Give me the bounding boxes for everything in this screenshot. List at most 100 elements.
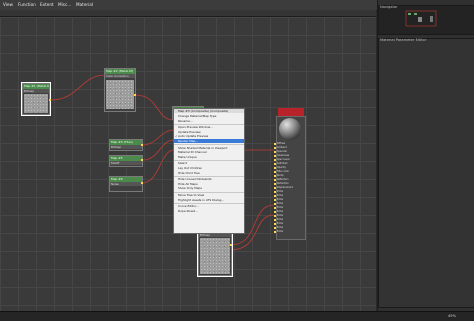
map-node-small-1[interactable]: Map #4 (Tiles) Bitmap <box>109 139 143 151</box>
context-menu-item[interactable]: Open Preview Window... <box>174 125 244 129</box>
material-slot[interactable]: Reflection <box>276 178 304 181</box>
context-menu-item[interactable]: Select <box>174 161 244 165</box>
map-node-small-3[interactable]: Map #6 Noise <box>109 176 143 192</box>
material-slot[interactable]: Extra <box>276 194 304 197</box>
input-socket[interactable] <box>274 162 276 165</box>
material-slot[interactable]: Glossiness <box>276 154 304 157</box>
context-menu-item[interactable]: Curve Editor... <box>174 204 244 208</box>
material-slot[interactable]: Displacement <box>276 186 304 189</box>
material-slot[interactable]: Opacity <box>276 166 304 169</box>
material-slot[interactable]: Extra <box>276 198 304 201</box>
bitmap-node-top[interactable]: Map #2 (Metal.tif) Color Correction <box>104 68 136 112</box>
material-slot[interactable]: Refraction <box>276 182 304 185</box>
texture-preview <box>106 80 134 109</box>
material-banner <box>278 108 304 116</box>
material-slot[interactable]: Ambient <box>276 146 304 149</box>
context-menu-item[interactable]: Lay Out Children <box>174 166 244 170</box>
wire <box>49 74 107 101</box>
material-slot[interactable]: Extra <box>276 214 304 217</box>
material-slot[interactable]: Extra <box>276 190 304 193</box>
wire <box>134 94 175 121</box>
material-slot[interactable]: Bump <box>276 174 304 177</box>
parameter-editor-title: Material Parameter Editor <box>380 38 427 42</box>
input-socket[interactable] <box>274 142 276 145</box>
node-subtitle: Color Correction <box>105 74 135 78</box>
node-subtitle: Bitmap <box>23 89 49 93</box>
input-socket[interactable] <box>274 182 276 185</box>
context-menu-item[interactable]: Show Shaded Material in Viewport <box>174 146 244 150</box>
input-socket[interactable] <box>274 198 276 201</box>
input-socket[interactable] <box>274 178 276 181</box>
output-socket[interactable] <box>230 244 232 246</box>
context-menu-item[interactable]: Make Unique <box>174 155 244 159</box>
map-node-small-2[interactable]: Map #5 Falloff <box>109 155 143 167</box>
node-subtitle: Falloff <box>110 161 142 165</box>
wire <box>141 149 175 184</box>
context-menu-item-label: Auto Update Preview <box>178 134 209 139</box>
input-socket[interactable] <box>274 186 276 189</box>
input-socket[interactable] <box>274 210 276 213</box>
context-menu-title: Map #3 (Composite) (Composite) <box>174 109 244 113</box>
input-socket[interactable] <box>274 226 276 229</box>
zoom-readout: 49% <box>448 314 456 318</box>
context-menu-item[interactable]: Update Preview <box>174 130 244 134</box>
node-context-menu: Map #3 (Composite) (Composite) Change Ma… <box>173 108 245 234</box>
material-slot[interactable]: Extra <box>276 226 304 229</box>
input-socket[interactable] <box>274 206 276 209</box>
wire <box>141 139 175 161</box>
context-menu-item[interactable]: Move Tree to View <box>174 193 244 197</box>
input-socket[interactable] <box>274 158 276 161</box>
bitmap-node-bottom[interactable]: Map #7 (Metal.tif) Bitmap <box>197 226 233 277</box>
context-menu-item[interactable]: Rename... <box>174 119 244 123</box>
material-slot[interactable]: Extra <box>276 210 304 213</box>
navigator-minimap <box>405 10 437 27</box>
material-slot[interactable]: Diffuse <box>276 142 304 145</box>
parameter-editor[interactable] <box>378 38 474 308</box>
wire <box>141 129 175 146</box>
material-slot[interactable]: Extra <box>276 230 304 233</box>
context-menu-item[interactable]: Material ID Channel <box>174 150 244 154</box>
output-socket[interactable] <box>49 99 51 101</box>
context-menu-item[interactable]: Hide Child Tree <box>174 171 244 175</box>
input-socket[interactable] <box>274 218 276 221</box>
texture-preview <box>24 94 48 113</box>
material-slot[interactable]: Specular <box>276 150 304 153</box>
input-socket[interactable] <box>274 190 276 193</box>
material-slot[interactable]: Filter color <box>276 170 304 173</box>
context-menu-item[interactable]: Show Only Maps <box>174 186 244 190</box>
bitmap-node-left[interactable]: Map #1 (Metal.tif) Bitmap <box>21 82 51 116</box>
output-socket[interactable] <box>134 94 136 96</box>
context-menu-item[interactable]: Change Material/Map Type <box>174 114 244 118</box>
context-menu-item[interactable]: Hide All Maps <box>174 182 244 186</box>
material-slot[interactable]: Self-Illum <box>276 162 304 165</box>
input-socket[interactable] <box>274 202 276 205</box>
material-slot[interactable]: Extra <box>276 218 304 221</box>
input-socket[interactable] <box>274 194 276 197</box>
check-icon: ✓ <box>175 134 178 139</box>
input-socket[interactable] <box>274 166 276 169</box>
input-socket[interactable] <box>274 154 276 157</box>
context-menu-item[interactable]: Render Map... <box>174 139 244 143</box>
output-socket[interactable] <box>141 144 143 146</box>
material-slot[interactable]: Extra <box>276 222 304 225</box>
input-socket[interactable] <box>274 222 276 225</box>
node-subtitle: Noise <box>110 182 142 186</box>
input-socket[interactable] <box>274 214 276 217</box>
context-menu-item[interactable]: Dope Sheet... <box>174 209 244 213</box>
material-sphere-icon <box>279 118 301 140</box>
input-socket[interactable] <box>274 170 276 173</box>
context-menu-item[interactable]: Hide Unused Nodeslots <box>174 177 244 181</box>
texture-preview <box>200 238 230 274</box>
context-menu-item[interactable]: Highlight Assets in ATS Dialog... <box>174 198 244 202</box>
context-menu-item[interactable]: ✓ Auto Update Preview <box>174 134 244 138</box>
input-socket[interactable] <box>274 146 276 149</box>
input-socket[interactable] <box>274 150 276 153</box>
material-slot[interactable]: Extra <box>276 206 304 209</box>
input-socket[interactable] <box>274 174 276 177</box>
output-socket[interactable] <box>141 159 143 161</box>
material-slot[interactable]: Extra <box>276 202 304 205</box>
material-slot[interactable]: Spec Level <box>276 158 304 161</box>
node-subtitle: Bitmap <box>110 145 142 149</box>
output-socket[interactable] <box>141 182 143 184</box>
input-socket[interactable] <box>274 230 276 233</box>
